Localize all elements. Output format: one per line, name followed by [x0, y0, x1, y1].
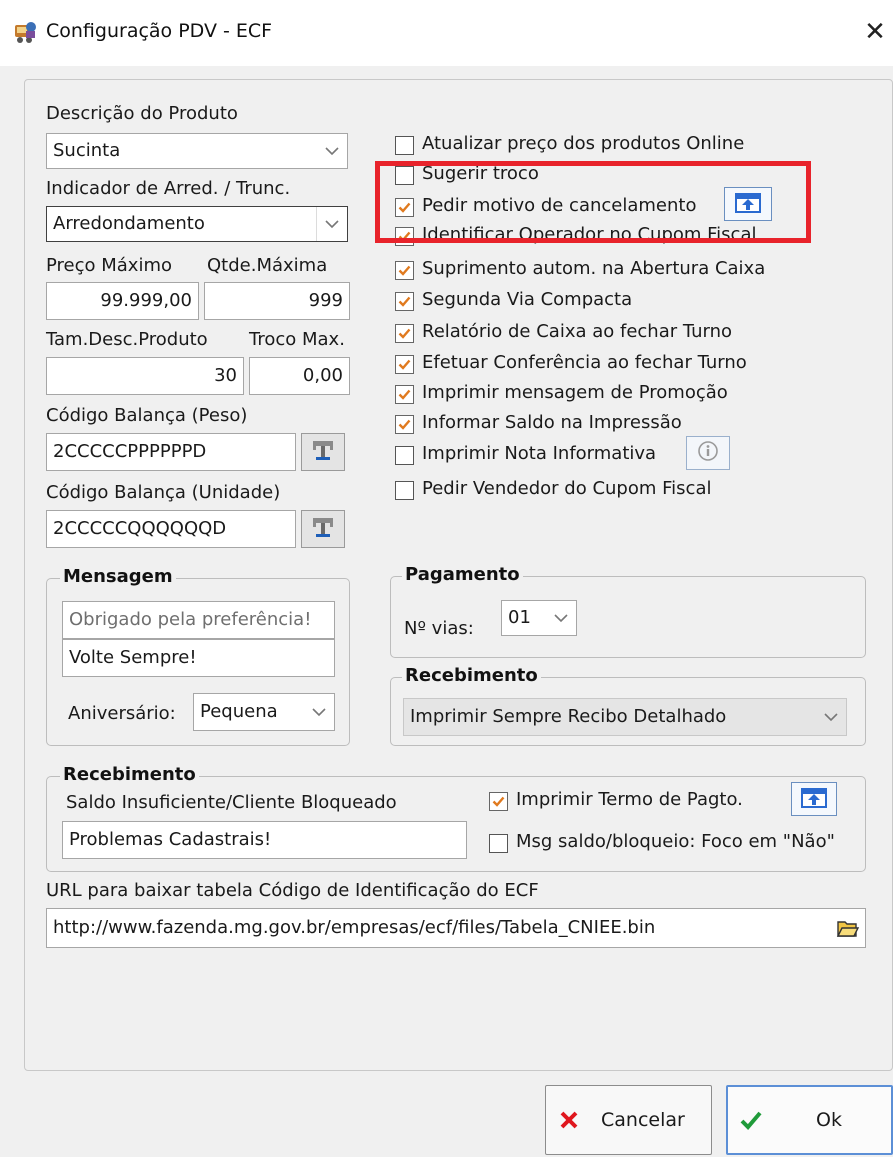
- mensagem-placeholder-field[interactable]: Obrigado pela preferência!: [62, 601, 335, 639]
- indicador-label: Indicador de Arred. / Trunc.: [46, 178, 291, 199]
- folder-open-icon[interactable]: [834, 914, 862, 942]
- aniversario-value: Pequena: [200, 701, 278, 722]
- chevron-down-icon[interactable]: [317, 134, 347, 168]
- chevron-down-icon[interactable]: [316, 207, 347, 241]
- option-label-12: Pedir Vendedor do Cupom Fiscal: [422, 478, 712, 499]
- option-label-1: Atualizar preço dos produtos Online: [422, 133, 745, 154]
- option-checkbox-8[interactable]: [395, 355, 414, 374]
- pagamento-group: [390, 576, 866, 658]
- msg-foco-label: Msg saldo/bloqueio: Foco em "Não": [516, 831, 835, 852]
- chevron-down-icon[interactable]: [816, 699, 846, 735]
- vias-label: Nº vias:: [404, 618, 474, 639]
- option-checkbox-10[interactable]: [395, 415, 414, 434]
- bal-un-input[interactable]: 2CCCCCQQQQQQD: [46, 510, 296, 548]
- nota-informativa-button[interactable]: [686, 436, 730, 470]
- recebimento-bottom-title: Recebimento: [60, 764, 199, 785]
- option-checkbox-9[interactable]: [395, 385, 414, 404]
- preco-label: Preço Máximo: [46, 255, 173, 276]
- info-icon: [697, 440, 719, 467]
- chevron-down-icon[interactable]: [546, 601, 576, 635]
- bal-peso-input[interactable]: 2CCCCCPPPPPPD: [46, 433, 296, 471]
- recebimento-select[interactable]: Imprimir Sempre Recibo Detalhado: [403, 698, 847, 736]
- qtde-label: Qtde.Máxima: [207, 255, 328, 276]
- indicador-select[interactable]: Arredondamento: [46, 206, 348, 242]
- cancel-x-icon: [559, 1110, 579, 1130]
- option-checkbox-6[interactable]: [395, 292, 414, 311]
- option-checkbox-7[interactable]: [395, 324, 414, 343]
- termo-checkbox[interactable]: [489, 792, 508, 811]
- msg-foco-checkbox[interactable]: [489, 834, 508, 853]
- tam-input[interactable]: 30: [46, 357, 244, 395]
- option-label-7: Relatório de Caixa ao fechar Turno: [422, 321, 733, 342]
- close-icon[interactable]: ✕: [860, 14, 890, 50]
- option-checkbox-12[interactable]: [395, 481, 414, 500]
- saldo-input[interactable]: Problemas Cadastrais!: [62, 821, 467, 859]
- balanca-peso-button[interactable]: [301, 433, 345, 471]
- recebimento-right-title: Recebimento: [402, 665, 541, 686]
- saldo-label: Saldo Insuficiente/Cliente Bloqueado: [66, 792, 397, 813]
- url-input[interactable]: http://www.fazenda.mg.gov.br/empresas/ec…: [46, 908, 866, 948]
- preco-input[interactable]: 99.999,00: [46, 282, 199, 320]
- vias-value: 01: [508, 607, 531, 628]
- aniversario-select[interactable]: Pequena: [193, 693, 335, 731]
- option-label-8: Efetuar Conferência ao fechar Turno: [422, 352, 747, 373]
- scale-icon: [310, 514, 336, 545]
- option-label-5: Suprimento autom. na Abertura Caixa: [422, 258, 766, 279]
- option-label-11: Imprimir Nota Informativa: [422, 443, 657, 464]
- cancel-button[interactable]: Cancelar: [545, 1085, 712, 1155]
- qtde-input[interactable]: 999: [204, 282, 350, 320]
- option-checkbox-11[interactable]: [395, 446, 414, 465]
- chevron-down-icon[interactable]: [304, 694, 334, 730]
- highlight-annotation: [375, 161, 811, 243]
- descricao-value: Sucinta: [53, 140, 121, 161]
- indicador-value: Arredondamento: [53, 213, 205, 234]
- option-checkbox-1[interactable]: [395, 136, 414, 155]
- option-label-9: Imprimir mensagem de Promoção: [422, 382, 728, 403]
- url-label: URL para baixar tabela Código de Identif…: [46, 880, 539, 901]
- app-icon: [12, 19, 38, 45]
- option-checkbox-5[interactable]: [395, 261, 414, 280]
- troco-input[interactable]: 0,00: [249, 357, 350, 395]
- descricao-label: Descrição do Produto: [46, 103, 238, 124]
- tam-label: Tam.Desc.Produto: [46, 329, 208, 350]
- descricao-select[interactable]: Sucinta: [46, 133, 348, 169]
- troco-label: Troco Max.: [249, 329, 345, 350]
- scale-icon: [310, 437, 336, 468]
- bal-un-label: Código Balança (Unidade): [46, 482, 281, 503]
- aniversario-label: Aniversário:: [68, 703, 176, 724]
- cancel-label: Cancelar: [601, 1109, 685, 1131]
- balanca-unidade-button[interactable]: [301, 510, 345, 548]
- recebimento-value: Imprimir Sempre Recibo Detalhado: [410, 706, 727, 727]
- ok-check-icon: [740, 1110, 762, 1130]
- bal-peso-label: Código Balança (Peso): [46, 405, 248, 426]
- mensagem-field[interactable]: Volte Sempre!: [62, 639, 335, 677]
- vias-select[interactable]: 01: [501, 600, 577, 636]
- mensagem-title: Mensagem: [60, 566, 176, 587]
- termo-export-button[interactable]: [791, 782, 837, 816]
- ok-button[interactable]: Ok: [726, 1085, 893, 1155]
- termo-label: Imprimir Termo de Pagto.: [516, 789, 743, 810]
- pagamento-title: Pagamento: [402, 564, 523, 585]
- option-label-6: Segunda Via Compacta: [422, 289, 633, 310]
- window-title: Configuração PDV - ECF: [46, 20, 273, 42]
- ok-label: Ok: [816, 1109, 842, 1131]
- export-icon: [800, 785, 828, 814]
- option-label-10: Informar Saldo na Impressão: [422, 412, 682, 433]
